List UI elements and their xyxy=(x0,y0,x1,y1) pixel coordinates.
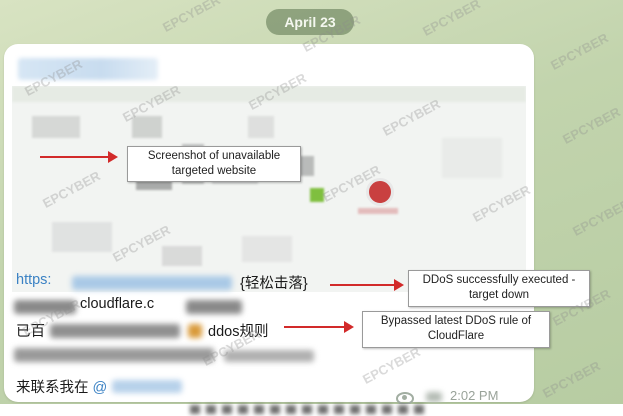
message-line-1: https: xyxy=(16,272,51,288)
message-line-1-suffix: {轻松击落} xyxy=(240,276,308,292)
message-time: 2:02 PM xyxy=(450,388,499,403)
error-label-blurred xyxy=(358,208,398,214)
mention-link[interactable]: @ xyxy=(93,380,108,396)
message-bubble[interactable]: https: {轻松击落} cloudflare.c 已百 ddos规则 来联系… xyxy=(4,44,534,402)
message-line-5: 来联系我在 @ xyxy=(16,376,107,397)
message-line-3: ddos规则 xyxy=(208,324,269,340)
message-line-2: cloudflare.c xyxy=(80,296,155,312)
error-icon xyxy=(366,178,394,206)
sender-name-blurred xyxy=(18,58,158,80)
view-count-blurred xyxy=(426,392,442,402)
contact-text: 来联系我在 xyxy=(16,380,89,396)
redacted-text xyxy=(186,300,242,314)
redacted-text xyxy=(14,300,76,314)
red-arrow xyxy=(330,279,404,291)
message-line-3-prefix: 已百 xyxy=(16,324,45,340)
red-arrow xyxy=(284,321,354,333)
redacted-url xyxy=(72,276,232,290)
red-arrow xyxy=(40,151,118,163)
date-pill: April 23 xyxy=(266,9,354,35)
redacted-text xyxy=(14,348,214,362)
emoji-icon xyxy=(188,324,202,338)
annotation-bypass: Bypassed latest DDoS rule of CloudFlare xyxy=(362,311,550,348)
annotation-ddos-success: DDoS successfully executed - target down xyxy=(408,270,590,307)
website-screenshot[interactable] xyxy=(12,86,526,292)
redacted-text xyxy=(224,350,314,362)
annotation-screenshot: Screenshot of unavailable targeted websi… xyxy=(127,146,301,182)
message-link[interactable]: https: xyxy=(16,272,51,288)
redacted-text xyxy=(50,324,180,338)
caption-blurred xyxy=(190,405,430,414)
redacted-mention xyxy=(112,380,182,393)
